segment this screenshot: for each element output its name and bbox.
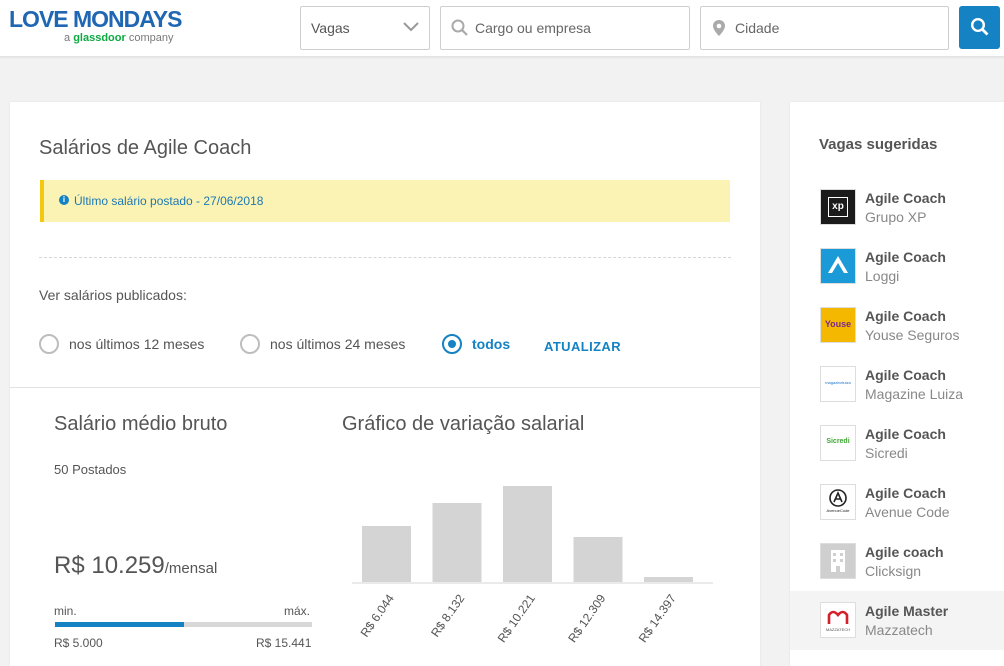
logo-wordmark: LOVE MONDAYS — [9, 6, 182, 32]
job-title: Agile Coach — [865, 190, 946, 206]
average-salary-title: Salário médio bruto — [54, 413, 228, 435]
top-header: LOVE MONDAYS a glassdoor company Vagas — [0, 0, 1004, 57]
job-item[interactable]: Sicredi Agile Coach Sicredi — [790, 414, 1004, 473]
search-button[interactable] — [959, 6, 1000, 49]
chart-tick-label: R$ 12.309 — [565, 591, 608, 645]
chart-bar — [573, 537, 623, 582]
location-pin-icon — [711, 19, 727, 42]
job-company: Mazzatech — [865, 622, 933, 638]
radio-label: nos últimos 12 meses — [69, 336, 205, 352]
info-icon: i — [59, 195, 69, 205]
job-title: Agile Coach — [865, 426, 946, 442]
radio-circle[interactable] — [240, 334, 260, 354]
divider — [39, 257, 731, 258]
notice-text: Último salário postado - 27/06/2018 — [74, 194, 264, 208]
radio-todos[interactable]: todos — [442, 334, 510, 354]
salary-unit: /mensal — [164, 560, 218, 577]
suggested-jobs-title: Vagas sugeridas — [819, 136, 938, 153]
cidade-field[interactable] — [700, 6, 949, 50]
job-item[interactable]: MAZZATECH Agile Master Mazzatech — [790, 591, 1004, 650]
salary-range-fill — [55, 622, 184, 627]
radio-12-months[interactable]: nos últimos 12 meses — [39, 334, 204, 354]
company-logo: MAZZATECH — [820, 602, 856, 638]
chart-bar — [503, 486, 552, 582]
cargo-field[interactable] — [440, 6, 690, 50]
chart-bar — [432, 503, 482, 582]
job-company: Youse Seguros — [865, 327, 960, 343]
last-salary-notice: i Último salário postado - 27/06/2018 — [40, 180, 730, 222]
salary-range-bar — [55, 622, 312, 627]
job-title: Agile Coach — [865, 308, 946, 324]
building-icon — [820, 543, 856, 579]
job-company: Loggi — [865, 268, 900, 284]
logo-tagline: a glassdoor company — [64, 32, 174, 44]
company-logo: Youse — [820, 307, 856, 343]
job-title: Agile Coach — [865, 485, 946, 501]
job-title: Agile Master — [865, 603, 949, 619]
type-select[interactable]: Vagas — [300, 6, 430, 50]
min-value: R$ 5.000 — [54, 636, 103, 650]
job-company: Magazine Luiza — [865, 386, 964, 402]
chart-bar — [644, 577, 693, 582]
salary-card: Salários de Agile Coach i Último salário… — [10, 102, 760, 666]
job-item[interactable]: magazineluiza Agile Coach Magazine Luiza — [790, 355, 1004, 414]
company-logo: xp — [820, 189, 856, 225]
job-title: Agile Coach — [865, 249, 946, 265]
job-company: Sicredi — [865, 445, 908, 461]
company-logo: AvenueCode — [820, 484, 856, 520]
radio-label: nos últimos 24 meses — [270, 336, 406, 352]
job-title: Agile coach — [865, 544, 944, 560]
page-title: Salários de Agile Coach — [39, 137, 252, 159]
filter-label: Ver salários publicados: — [39, 287, 187, 303]
type-select-value: Vagas — [311, 20, 350, 36]
min-label: min. — [54, 604, 77, 618]
company-logo: Sicredi — [820, 425, 856, 461]
suggested-jobs-panel: Vagas sugeridas xp Agile Coach Grupo XP … — [790, 102, 1004, 666]
search-icon — [451, 19, 469, 42]
max-value: R$ 15.441 — [256, 636, 312, 650]
job-item[interactable]: Youse Agile Coach Youse Seguros — [790, 296, 1004, 355]
chart-bar — [362, 526, 411, 582]
update-button[interactable]: ATUALIZAR — [544, 339, 621, 354]
company-logo: magazineluiza — [820, 366, 856, 402]
salary-amount: R$ 10.259 — [54, 552, 165, 579]
chart-title: Gráfico de variação salarial — [342, 413, 585, 435]
job-item[interactable]: xp Agile Coach Grupo XP — [790, 178, 1004, 237]
radio-label: todos — [472, 336, 511, 352]
job-item[interactable]: Agile coach Clicksign — [790, 532, 1004, 591]
job-company: Clicksign — [865, 563, 922, 579]
posted-count: 50 Postados — [54, 462, 127, 477]
job-company: Grupo XP — [865, 209, 927, 225]
cidade-input[interactable] — [735, 7, 935, 49]
chart-tick-label: R$ 8.132 — [428, 591, 468, 639]
average-salary: R$ 10.259/mensal — [54, 552, 217, 580]
job-item[interactable]: AvenueCode Agile Coach Avenue Code — [790, 473, 1004, 532]
company-logo — [820, 248, 856, 284]
radio-24-months[interactable]: nos últimos 24 meses — [240, 334, 405, 354]
chart-tick-label: R$ 14.397 — [636, 591, 679, 645]
job-title: Agile Coach — [865, 367, 946, 383]
max-label: máx. — [284, 604, 311, 618]
love-mondays-logo[interactable]: LOVE MONDAYS a glassdoor company — [9, 6, 182, 44]
chart-tick-label: R$ 6.044 — [358, 591, 398, 639]
section-divider — [10, 387, 760, 388]
radio-circle[interactable] — [442, 334, 462, 354]
chevron-down-icon — [402, 20, 420, 39]
job-item[interactable]: Agile Coach Loggi — [790, 237, 1004, 296]
search-icon — [970, 17, 989, 36]
cargo-input[interactable] — [475, 7, 675, 49]
job-company: Avenue Code — [865, 504, 950, 520]
chart-tick-label: R$ 10.221 — [495, 591, 538, 645]
radio-circle[interactable] — [39, 334, 59, 354]
salary-variation-chart: R$ 6.044 R$ 8.132 R$ 10.221 R$ 12.309 R$ 14.… — [352, 486, 713, 645]
